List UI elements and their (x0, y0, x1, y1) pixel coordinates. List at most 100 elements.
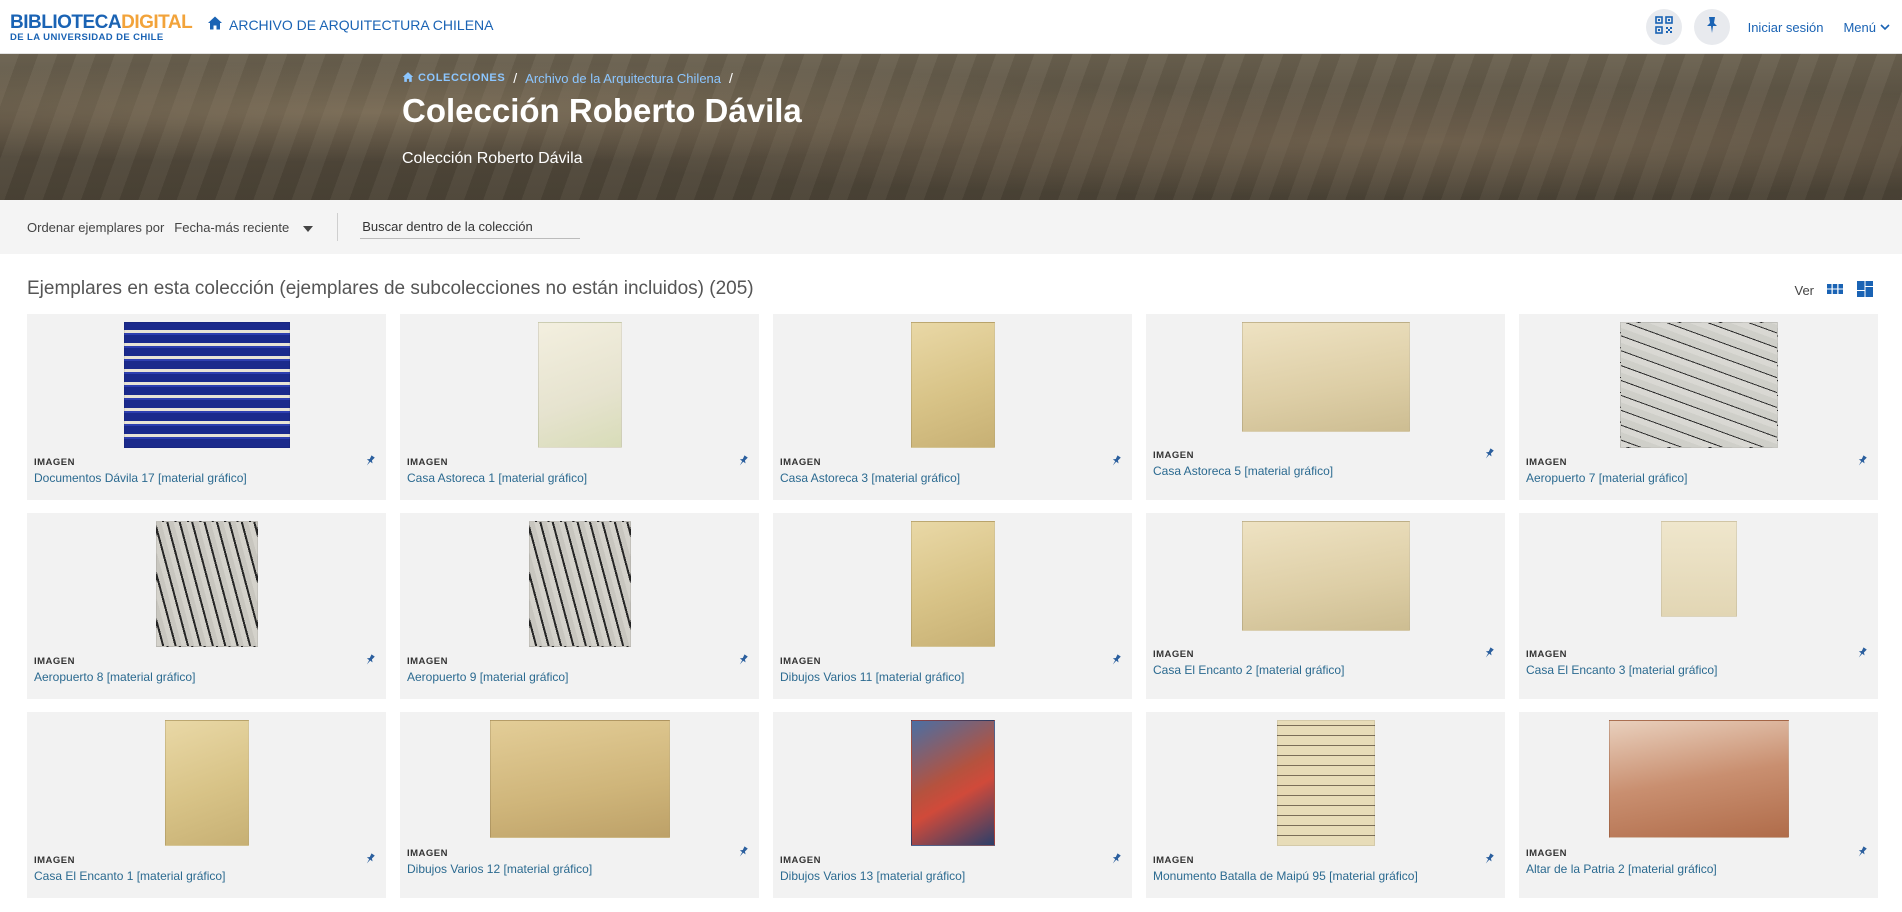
page-subtitle: Colección Roberto Dávila (402, 150, 583, 167)
item-type-label: IMAGEN (1526, 457, 1567, 468)
item-thumbnail[interactable] (910, 322, 995, 448)
view-controls: Ver (1794, 280, 1874, 301)
collection-item-card[interactable]: IMAGEN Altar de la Patria 2 [material grá… (1519, 712, 1878, 898)
pin-icon[interactable] (1483, 447, 1495, 459)
item-thumbnail[interactable] (123, 322, 290, 448)
collection-item-card[interactable]: IMAGEN Casa Astoreca 1 [material gráfico] (400, 314, 759, 500)
item-type-label: IMAGEN (407, 848, 448, 859)
item-thumbnail[interactable] (910, 720, 995, 846)
results-heading: Ejemplares en esta colección (ejemplares… (27, 278, 754, 299)
pin-icon[interactable] (1856, 845, 1868, 857)
breadcrumb-item-archive[interactable]: Archivo de la Arquitectura Chilena (525, 71, 721, 86)
pin-icon[interactable] (737, 845, 749, 857)
pin-icon[interactable] (737, 454, 749, 466)
pin-icon (1702, 15, 1722, 40)
pin-icon[interactable] (1483, 646, 1495, 658)
item-thumbnail[interactable] (1276, 720, 1375, 846)
item-thumbnail[interactable] (1241, 521, 1410, 631)
item-title-link[interactable]: Casa El Encanto 1 [material gráfico] (34, 869, 225, 883)
saved-items-button[interactable] (1693, 9, 1730, 45)
item-thumbnail[interactable] (528, 521, 631, 647)
item-thumbnail[interactable] (155, 521, 258, 647)
sort-select[interactable]: Fecha-más reciente (174, 220, 314, 235)
search-placeholder: Buscar dentro de la colección (362, 219, 533, 234)
pin-icon[interactable] (364, 852, 376, 864)
pin-icon[interactable] (364, 653, 376, 665)
collection-item-card[interactable]: IMAGEN Casa El Encanto 2 [material gráfic… (1146, 513, 1505, 699)
item-title-link[interactable]: Casa Astoreca 1 [material gráfico] (407, 471, 587, 485)
item-title-link[interactable]: Documentos Dávila 17 [material gráfico] (34, 471, 247, 485)
search-input[interactable]: Buscar dentro de la colección (360, 215, 581, 239)
login-link[interactable]: Iniciar sesión (1748, 20, 1824, 35)
archive-link-label: ARCHIVO DE ARQUITECTURA CHILENA (229, 16, 494, 33)
collection-item-card[interactable]: IMAGEN Dibujos Varios 13 [material gráfic… (773, 712, 1132, 898)
item-thumbnail[interactable] (537, 322, 622, 448)
logo-text-biblioteca: BIBLIOTECA (10, 12, 122, 33)
archive-home-link[interactable]: ARCHIVO DE ARQUITECTURA CHILENA (207, 15, 494, 34)
item-title-link[interactable]: Aeropuerto 8 [material gráfico] (34, 670, 195, 684)
item-type-label: IMAGEN (407, 457, 448, 468)
site-logo[interactable]: BIBLIOTECADIGITAL DE LA UNIVERSIDAD DE C… (10, 12, 193, 43)
grid-view-icon[interactable] (1826, 280, 1844, 301)
collection-item-card[interactable]: IMAGEN Aeropuerto 8 [material gráfico] (27, 513, 386, 699)
item-thumbnail[interactable] (1241, 322, 1410, 432)
view-label: Ver (1794, 283, 1814, 298)
pin-icon[interactable] (1856, 454, 1868, 466)
item-title-link[interactable]: Aeropuerto 9 [material gráfico] (407, 670, 568, 684)
items-grid: IMAGEN Documentos Dávila 17 [material grá… (27, 314, 1878, 898)
item-title-link[interactable]: Dibujos Varios 13 [material gráfico] (780, 869, 965, 883)
pin-icon[interactable] (737, 653, 749, 665)
collection-item-card[interactable]: IMAGEN Documentos Dávila 17 [material grá… (27, 314, 386, 500)
page-title: Colección Roberto Dávila (402, 92, 802, 129)
item-title-link[interactable]: Altar de la Patria 2 [material gráfico] (1526, 862, 1717, 876)
item-title-link[interactable]: Aeropuerto 7 [material gráfico] (1526, 471, 1687, 485)
collection-item-card[interactable]: IMAGEN Aeropuerto 9 [material gráfico] (400, 513, 759, 699)
collection-item-card[interactable]: IMAGEN Aeropuerto 7 [material gráfico] (1519, 314, 1878, 500)
breadcrumb-home[interactable]: COLECCIONES (402, 71, 505, 86)
collection-item-card[interactable]: IMAGEN Dibujos Varios 11 [material gráfic… (773, 513, 1132, 699)
item-title-link[interactable]: Casa Astoreca 5 [material gráfico] (1153, 464, 1333, 478)
top-navbar: BIBLIOTECADIGITAL DE LA UNIVERSIDAD DE C… (0, 0, 1902, 54)
item-title-link[interactable]: Dibujos Varios 12 [material gráfico] (407, 862, 592, 876)
toolbar-divider (337, 213, 339, 241)
pin-icon[interactable] (1110, 454, 1122, 466)
pin-icon[interactable] (1110, 852, 1122, 864)
item-title-link[interactable]: Casa El Encanto 2 [material gráfico] (1153, 663, 1344, 677)
item-title-link[interactable]: Casa Astoreca 3 [material gráfico] (780, 471, 960, 485)
collection-item-card[interactable]: IMAGEN Casa El Encanto 1 [material gráfic… (27, 712, 386, 898)
item-thumbnail[interactable] (489, 720, 670, 838)
qr-code-button[interactable] (1645, 9, 1682, 45)
item-type-label: IMAGEN (1153, 450, 1194, 461)
masonry-view-icon[interactable] (1856, 280, 1874, 301)
pin-icon[interactable] (364, 454, 376, 466)
item-type-label: IMAGEN (780, 855, 821, 866)
item-type-label: IMAGEN (780, 656, 821, 667)
item-type-label: IMAGEN (34, 855, 75, 866)
item-thumbnail[interactable] (1660, 521, 1737, 617)
pin-icon[interactable] (1110, 653, 1122, 665)
item-type-label: IMAGEN (1526, 649, 1567, 660)
pin-icon[interactable] (1856, 646, 1868, 658)
collection-hero-banner: COLECCIONES / Archivo de la Arquitectura… (0, 54, 1902, 200)
item-thumbnail[interactable] (1619, 322, 1778, 448)
caret-down-icon (303, 220, 314, 235)
item-thumbnail[interactable] (1608, 720, 1789, 838)
item-type-label: IMAGEN (34, 656, 75, 667)
pin-icon[interactable] (1483, 852, 1495, 864)
item-title-link[interactable]: Monumento Batalla de Maipú 95 [material … (1153, 869, 1418, 883)
item-title-link[interactable]: Casa El Encanto 3 [material gráfico] (1526, 663, 1717, 677)
item-thumbnail[interactable] (910, 521, 995, 647)
item-title-link[interactable]: Dibujos Varios 11 [material gráfico] (780, 670, 964, 684)
collection-item-card[interactable]: IMAGEN Monumento Batalla de Maipú 95 [mat… (1146, 712, 1505, 898)
sort-label: Ordenar ejemplares por (27, 219, 165, 235)
collection-item-card[interactable]: IMAGEN Casa Astoreca 3 [material gráfico] (773, 314, 1132, 500)
logo-text-digital: DIGITAL (121, 12, 193, 33)
home-icon (402, 71, 414, 86)
item-thumbnail[interactable] (164, 720, 249, 846)
menu-button[interactable]: Menú (1843, 20, 1890, 35)
collection-item-card[interactable]: IMAGEN Casa El Encanto 3 [material gráfic… (1519, 513, 1878, 699)
collection-item-card[interactable]: IMAGEN Dibujos Varios 12 [material gráfic… (400, 712, 759, 898)
item-type-label: IMAGEN (34, 457, 75, 468)
collection-item-card[interactable]: IMAGEN Casa Astoreca 5 [material gráfico] (1146, 314, 1505, 500)
home-icon (207, 15, 223, 34)
